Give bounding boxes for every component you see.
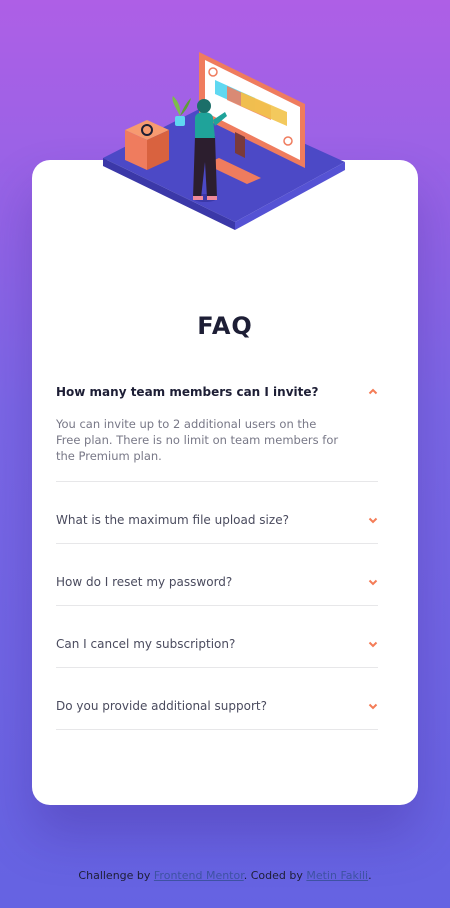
- faq-question-text: What is the maximum file upload size?: [56, 513, 289, 527]
- faq-question-button[interactable]: How many team members can I invite?: [56, 384, 378, 400]
- faq-item: Do you provide additional support?: [56, 668, 378, 730]
- faq-item: How many team members can I invite? You …: [56, 372, 378, 482]
- faq-question-button[interactable]: What is the maximum file upload size?: [56, 512, 378, 528]
- faq-question-text: How do I reset my password?: [56, 575, 233, 589]
- chevron-down-icon: [368, 579, 378, 586]
- faq-question-button[interactable]: Do you provide additional support?: [56, 698, 378, 714]
- faq-question-button[interactable]: Can I cancel my subscription?: [56, 636, 378, 652]
- faq-question-text: How many team members can I invite?: [56, 385, 319, 399]
- faq-item: How do I reset my password?: [56, 544, 378, 606]
- chevron-up-icon: [368, 388, 378, 395]
- faq-item: Can I cancel my subscription?: [56, 606, 378, 668]
- woman-at-monitor-illustration: [103, 52, 345, 230]
- attribution-middle: . Coded by: [243, 869, 307, 882]
- chevron-down-icon: [368, 703, 378, 710]
- chevron-down-icon: [368, 517, 378, 524]
- faq-answer-text: You can invite up to 2 additional users …: [56, 417, 339, 463]
- attribution-prefix: Challenge by: [78, 869, 154, 882]
- faq-question-button[interactable]: How do I reset my password?: [56, 574, 378, 590]
- attribution-suffix: .: [368, 869, 372, 882]
- faq-list: How many team members can I invite? You …: [56, 372, 378, 730]
- attribution-footer: Challenge by Frontend Mentor. Coded by M…: [0, 869, 450, 882]
- faq-question-text: Can I cancel my subscription?: [56, 637, 236, 651]
- frontend-mentor-link[interactable]: Frontend Mentor: [154, 869, 244, 882]
- faq-item: What is the maximum file upload size?: [56, 482, 378, 544]
- chevron-down-icon: [368, 641, 378, 648]
- faq-question-text: Do you provide additional support?: [56, 699, 267, 713]
- author-link[interactable]: Metin Fakili: [306, 869, 368, 882]
- page-title: FAQ: [197, 312, 253, 340]
